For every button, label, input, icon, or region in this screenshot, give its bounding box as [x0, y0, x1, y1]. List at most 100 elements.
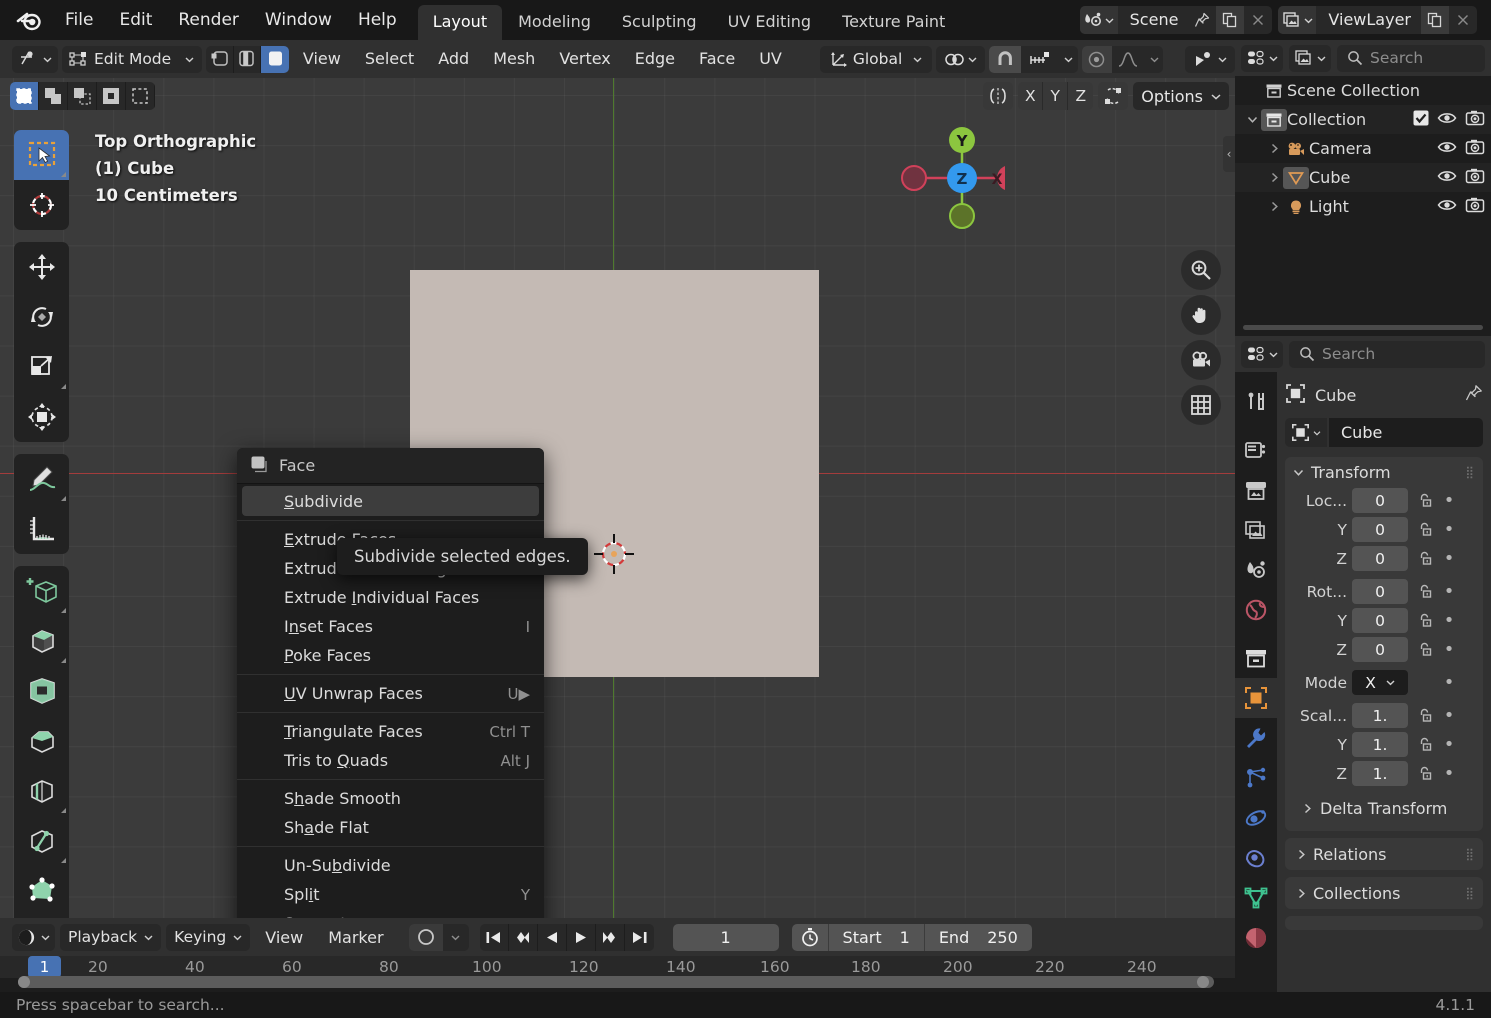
lock-icon[interactable]: [1413, 550, 1435, 567]
tool-cursor[interactable]: [14, 180, 69, 230]
toggle-ortho-grid-icon[interactable]: [1181, 385, 1221, 425]
collections-panel-header[interactable]: Collections ⣿: [1285, 877, 1483, 909]
tool-inset-faces[interactable]: [14, 666, 69, 716]
select-intersect-button[interactable]: [126, 82, 155, 110]
falloff-curve-icon[interactable]: [1115, 46, 1143, 73]
menu-item-tris-to-quads[interactable]: Tris to Quads Alt J: [237, 746, 544, 775]
relations-panel-header[interactable]: Relations ⣿: [1285, 838, 1483, 870]
object-name-field[interactable]: Cube: [1329, 418, 1483, 447]
properties-tab-material[interactable]: [1235, 918, 1277, 958]
vertex-select-mode-button[interactable]: [206, 45, 234, 73]
close-icon[interactable]: [1449, 6, 1477, 34]
menu-item-separate[interactable]: SeparateP▶: [237, 909, 544, 918]
frame-end-field[interactable]: End 250: [925, 924, 1032, 951]
value-scale-y[interactable]: 1.: [1352, 732, 1408, 757]
menu-item-shade-smooth[interactable]: Shade Smooth: [237, 784, 544, 813]
viewport-menu-mesh[interactable]: Mesh: [483, 40, 545, 78]
menu-item-subdivide[interactable]: Subdivide: [242, 486, 539, 516]
panel-grip-icon[interactable]: ⣿: [1465, 847, 1475, 861]
select-subtract-button[interactable]: [68, 82, 97, 110]
value-scale-z[interactable]: 1.: [1352, 761, 1408, 786]
scene-selector[interactable]: Scene: [1079, 6, 1273, 34]
viewport-options-dropdown[interactable]: Options: [1133, 82, 1229, 110]
panel-grip-icon[interactable]: ⣿: [1465, 465, 1475, 479]
menu-item-shade-flat[interactable]: Shade Flat: [237, 813, 544, 842]
menu-item-triangulate-faces[interactable]: Triangulate Faces Ctrl T: [237, 717, 544, 746]
animate-dot-icon[interactable]: •: [1440, 490, 1458, 511]
properties-tab-tool[interactable]: [1235, 382, 1277, 422]
outliner-editor-type-button[interactable]: [1241, 44, 1283, 72]
eye-icon[interactable]: [1437, 139, 1457, 158]
transform-orientation-selector[interactable]: Global: [819, 45, 933, 73]
lock-icon[interactable]: [1413, 521, 1435, 538]
menu-file[interactable]: File: [52, 0, 106, 40]
outliner-row-scene-collection[interactable]: Scene Collection: [1235, 76, 1491, 105]
lock-icon[interactable]: [1413, 492, 1435, 509]
zoom-icon[interactable]: [1181, 250, 1221, 290]
value-rotation-mode[interactable]: X: [1352, 670, 1408, 695]
gizmo-visibility-selector[interactable]: [1185, 45, 1236, 73]
timeline-keying-menu[interactable]: Keying: [166, 923, 251, 951]
camera-view-icon[interactable]: [1181, 340, 1221, 380]
properties-tab-modifier[interactable]: [1235, 718, 1277, 758]
value-rotation-x[interactable]: 0: [1352, 579, 1408, 604]
blender-logo-icon[interactable]: [12, 7, 46, 33]
menu-item-inset-faces[interactable]: Inset Faces I: [237, 612, 544, 641]
menu-edit[interactable]: Edit: [106, 0, 165, 40]
play-reverse-icon[interactable]: [538, 923, 567, 951]
timeline-view-menu[interactable]: View: [255, 928, 313, 947]
outliner-editor[interactable]: Search Scene Collection Collection Camer…: [1235, 40, 1491, 336]
auto-keyframe-button[interactable]: [792, 923, 829, 951]
proportional-editing-icon[interactable]: [1082, 45, 1112, 73]
properties-tab-physics[interactable]: [1235, 798, 1277, 838]
chevron-right-icon[interactable]: [1265, 143, 1283, 154]
timeline-scroll-knob-left[interactable]: [18, 976, 30, 988]
animate-dot-icon[interactable]: •: [1440, 610, 1458, 631]
face-select-mode-button[interactable]: [261, 45, 289, 73]
tool-transform[interactable]: [14, 392, 69, 442]
viewport-menu-select[interactable]: Select: [355, 40, 424, 78]
tool-extrude-region[interactable]: [14, 616, 69, 666]
chevron-down-icon[interactable]: [1058, 46, 1078, 73]
tool-poly-build[interactable]: [14, 866, 69, 916]
timeline-marker-menu[interactable]: Marker: [318, 928, 393, 947]
face-context-menu[interactable]: Face Subdivide Extrude Faces Extrude Fac…: [237, 448, 544, 918]
eye-icon[interactable]: [1437, 197, 1457, 216]
proportional-editing-group[interactable]: [1082, 45, 1164, 73]
outliner-search-input[interactable]: Search: [1337, 44, 1485, 72]
duplicate-icon[interactable]: [1421, 6, 1449, 34]
chevron-right-icon[interactable]: [1265, 172, 1283, 183]
outliner-filter-button[interactable]: [1289, 44, 1331, 72]
pin-icon[interactable]: [1188, 6, 1216, 34]
properties-search-input[interactable]: Search: [1289, 340, 1485, 368]
properties-tab-data[interactable]: [1235, 878, 1277, 918]
outliner-scrollbar[interactable]: [1243, 325, 1483, 330]
snap-increment-icon[interactable]: [1024, 46, 1056, 73]
lock-icon[interactable]: [1413, 707, 1435, 724]
delta-transform-subpanel-header[interactable]: Delta Transform: [1285, 793, 1483, 823]
sidebar-collapse-arrow[interactable]: ‹: [1223, 136, 1235, 172]
chevron-right-icon[interactable]: [1265, 201, 1283, 212]
properties-editor[interactable]: Search Cube Cube Transform ⣿ Loc... 0 • …: [1235, 336, 1491, 992]
chevron-down-icon[interactable]: [443, 924, 469, 951]
lock-icon[interactable]: [1413, 612, 1435, 629]
scene-name[interactable]: Scene: [1118, 6, 1189, 34]
relations-panel[interactable]: Relations ⣿: [1285, 838, 1483, 870]
tool-knife[interactable]: [14, 816, 69, 866]
outliner-row-collection[interactable]: Collection: [1235, 105, 1491, 134]
camera-icon[interactable]: [1465, 139, 1485, 159]
animate-dot-icon[interactable]: •: [1440, 581, 1458, 602]
lock-icon[interactable]: [1413, 641, 1435, 658]
properties-tab-collection[interactable]: [1235, 638, 1277, 678]
menu-item-poke-faces[interactable]: Poke Faces: [237, 641, 544, 670]
menu-help[interactable]: Help: [345, 0, 410, 40]
menu-item-extrude-individual-faces[interactable]: Extrude Individual Faces: [237, 583, 544, 612]
viewlayer-selector[interactable]: ViewLayer: [1278, 6, 1477, 34]
workspace-tab-texture-paint[interactable]: Texture Paint: [827, 5, 960, 40]
camera-icon[interactable]: [1465, 197, 1485, 217]
edge-select-mode-button[interactable]: [234, 45, 262, 73]
timeline-scrollbar-bar[interactable]: [18, 976, 1214, 988]
snapping-group[interactable]: [989, 45, 1079, 73]
tool-loop-cut[interactable]: [14, 766, 69, 816]
value-location-x[interactable]: 0: [1352, 488, 1408, 513]
